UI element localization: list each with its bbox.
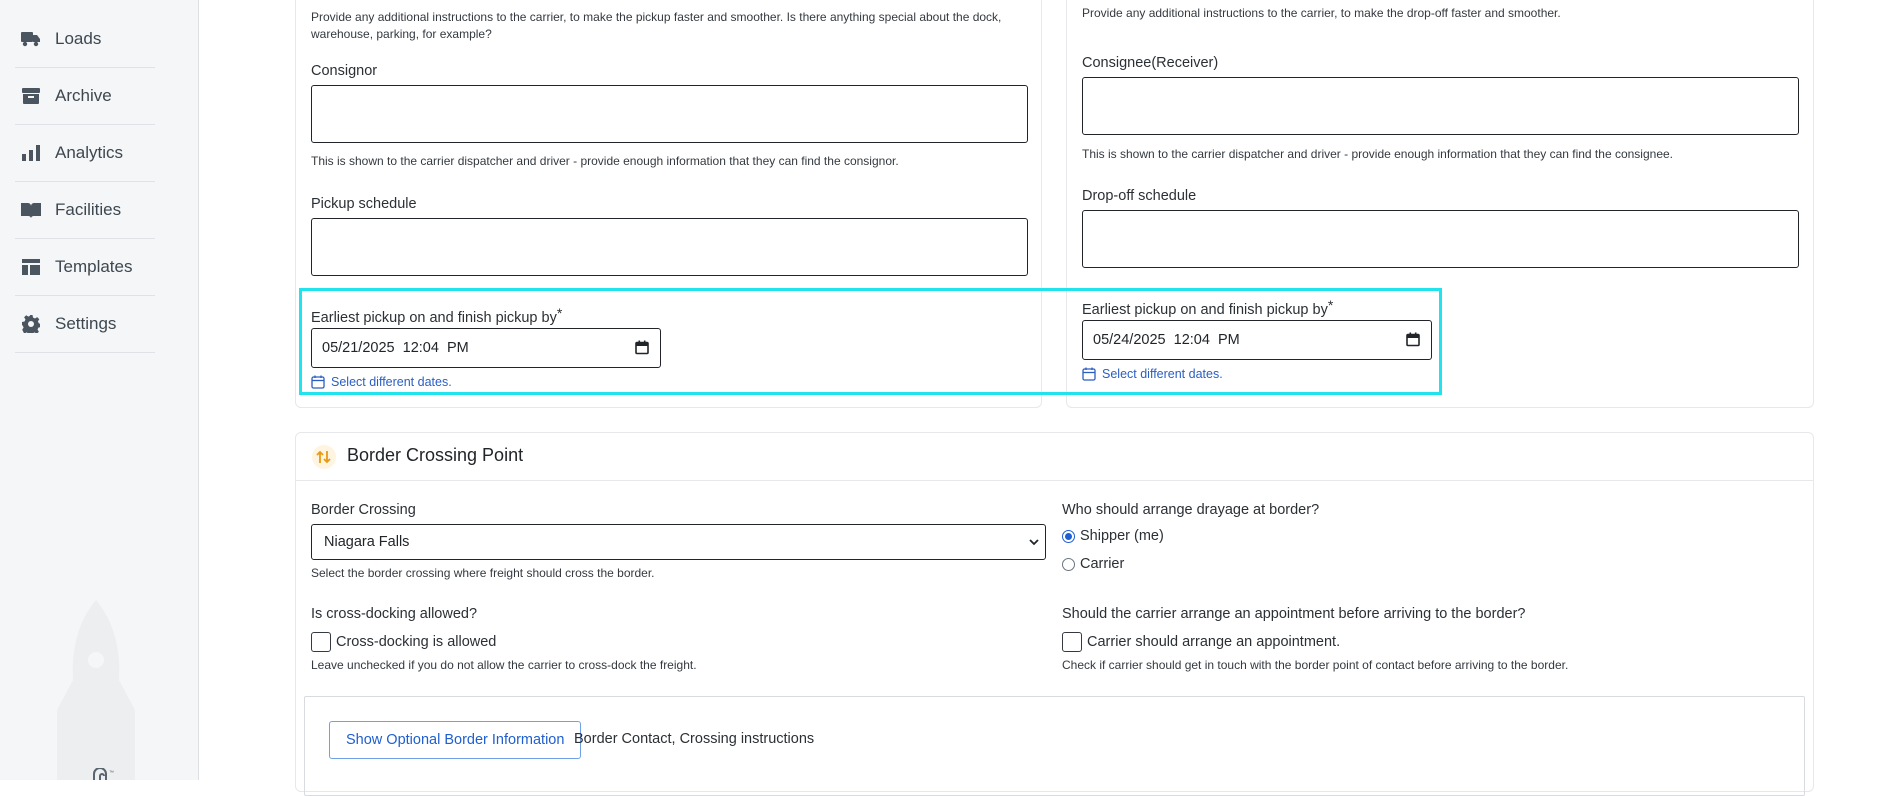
pickup-select-dates-link[interactable]: Select different dates. xyxy=(311,375,452,389)
calendar-icon xyxy=(1082,367,1096,381)
template-layout-icon xyxy=(20,256,42,278)
dropoff-card: Provide any additional instructions to t… xyxy=(1066,0,1814,408)
sidebar-item-label: Loads xyxy=(55,29,102,48)
required-mark: * xyxy=(1327,297,1334,313)
appointment-checkbox-row[interactable]: Carrier should arrange an appointment. xyxy=(1062,632,1340,652)
brand-logo-icon: ™ xyxy=(93,768,114,780)
book-icon xyxy=(20,199,42,221)
calendar-icon[interactable] xyxy=(635,340,649,355)
radio-button[interactable] xyxy=(1062,557,1075,571)
appointment-checkbox[interactable] xyxy=(1062,632,1082,652)
sidebar-item-label: Analytics xyxy=(55,143,124,162)
sidebar-item-facilities[interactable]: Facilities xyxy=(15,182,155,239)
dropoff-window-label: Earliest pickup on and finish pickup by* xyxy=(1082,297,1333,318)
border-crossing-card: Border Crossing Point Border Crossing Ni… xyxy=(295,432,1814,796)
border-crossing-help: Select the border crossing where freight… xyxy=(311,566,655,580)
pickup-datetime-value: 05/21/2025 12:04 PM xyxy=(322,340,469,356)
radio-label: Carrier xyxy=(1080,556,1125,572)
rocket-illustration xyxy=(57,600,135,780)
calendar-icon[interactable] xyxy=(1406,332,1420,347)
consignee-help: This is shown to the carrier dispatcher … xyxy=(1082,147,1673,161)
sidebar-item-loads[interactable]: Loads xyxy=(15,11,155,68)
optional-border-info-section: Show Optional Border Information Border … xyxy=(304,696,1805,796)
pickup-datetime-input[interactable]: 05/21/2025 12:04 PM xyxy=(311,328,661,368)
dropoff-schedule-field[interactable] xyxy=(1082,210,1799,268)
consignor-field[interactable] xyxy=(311,85,1028,143)
svg-text:™: ™ xyxy=(109,770,114,776)
sidebar-item-label: Settings xyxy=(55,314,117,333)
card-header: Border Crossing Point xyxy=(296,433,1813,481)
consignee-label: Consignee(Receiver) xyxy=(1082,55,1219,71)
pickup-instructions-help: Provide any additional instructions to t… xyxy=(311,10,1002,41)
radio-button[interactable] xyxy=(1062,529,1075,543)
appointment-help: Check if carrier should get in touch wit… xyxy=(1062,658,1569,672)
pickup-window-label: Earliest pickup on and finish pickup by* xyxy=(311,305,562,326)
crossdock-help: Leave unchecked if you do not allow the … xyxy=(311,658,697,672)
border-crossing-value: Niagara Falls xyxy=(324,534,410,550)
appointment-label: Should the carrier arrange an appointmen… xyxy=(1062,606,1526,622)
optional-border-info-description: Border Contact, Crossing instructions xyxy=(574,731,815,747)
checkbox-label: Cross-docking is allowed xyxy=(336,634,497,650)
sidebar: Loads Archive Analytics Facilities Templ… xyxy=(0,0,199,780)
dropoff-select-dates-link[interactable]: Select different dates. xyxy=(1082,367,1223,381)
sidebar-item-analytics[interactable]: Analytics xyxy=(15,125,155,182)
dropoff-datetime-input[interactable]: 05/24/2025 12:04 PM xyxy=(1082,320,1432,360)
pickup-window-label-text: Earliest pickup on and finish pickup by xyxy=(311,310,557,326)
consignee-field[interactable] xyxy=(1082,77,1799,135)
dropoff-instructions-help: Provide any additional instructions to t… xyxy=(1082,6,1561,20)
consignor-label: Consignor xyxy=(311,63,378,79)
dropoff-window-label-text: Earliest pickup on and finish pickup by xyxy=(1082,302,1328,318)
consignor-help: This is shown to the carrier dispatcher … xyxy=(311,154,899,168)
checkbox-label: Carrier should arrange an appointment. xyxy=(1087,634,1341,650)
radio-label: Shipper (me) xyxy=(1080,528,1164,544)
card-title: Border Crossing Point xyxy=(347,445,524,465)
select-dates-label: Select different dates. xyxy=(331,375,452,389)
dropoff-datetime-value: 05/24/2025 12:04 PM xyxy=(1093,332,1240,348)
show-optional-border-info-button[interactable]: Show Optional Border Information xyxy=(329,721,582,759)
drayage-label: Who should arrange drayage at border? xyxy=(1062,502,1320,518)
crossdock-label: Is cross-docking allowed? xyxy=(311,606,478,622)
archive-box-icon xyxy=(20,85,42,107)
crossdock-checkbox[interactable] xyxy=(311,632,331,652)
dropoff-schedule-label: Drop-off schedule xyxy=(1082,188,1197,204)
chevron-down-icon xyxy=(1029,539,1039,546)
pickup-schedule-label: Pickup schedule xyxy=(311,196,417,212)
truck-icon xyxy=(20,28,42,50)
calendar-icon xyxy=(311,375,325,389)
pickup-schedule-field[interactable] xyxy=(311,218,1028,276)
drayage-option-carrier[interactable]: Carrier xyxy=(1062,556,1124,572)
bar-chart-icon xyxy=(20,142,42,164)
sidebar-item-settings[interactable]: Settings xyxy=(15,296,155,353)
sidebar-item-label: Templates xyxy=(55,257,133,276)
sidebar-item-label: Archive xyxy=(55,86,112,105)
required-mark: * xyxy=(556,305,563,321)
crossdock-checkbox-row[interactable]: Cross-docking is allowed xyxy=(311,632,496,652)
pickup-card: Provide any additional instructions to t… xyxy=(295,0,1042,408)
sidebar-item-archive[interactable]: Archive xyxy=(15,68,155,125)
gear-icon xyxy=(20,313,42,335)
swap-arrows-icon xyxy=(312,445,336,469)
border-crossing-label: Border Crossing xyxy=(311,502,416,518)
select-dates-label: Select different dates. xyxy=(1102,367,1223,381)
drayage-option-shipper[interactable]: Shipper (me) xyxy=(1062,528,1164,544)
sidebar-item-templates[interactable]: Templates xyxy=(15,239,155,296)
sidebar-item-label: Facilities xyxy=(55,200,122,219)
border-crossing-select[interactable]: Niagara Falls xyxy=(311,524,1046,560)
